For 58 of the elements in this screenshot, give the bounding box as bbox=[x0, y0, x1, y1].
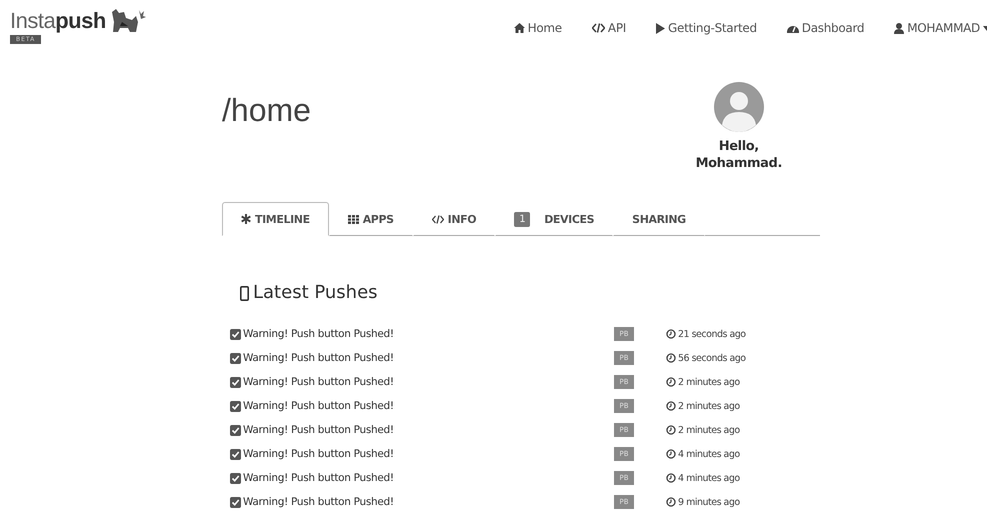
dashboard-icon bbox=[786, 23, 799, 33]
avatar bbox=[714, 82, 764, 132]
push-message: Warning! Push button Pushed! bbox=[243, 448, 394, 460]
code-icon bbox=[432, 214, 444, 224]
push-time: 2 minutes ago bbox=[678, 424, 740, 436]
checkbox-icon bbox=[230, 448, 241, 460]
checkbox-icon bbox=[230, 328, 241, 340]
push-message: Warning! Push button Pushed! bbox=[243, 496, 394, 508]
tab[interactable]: SHARING bbox=[613, 202, 705, 236]
nav-link[interactable]: API bbox=[592, 20, 626, 36]
clock-icon bbox=[666, 353, 676, 363]
checkbox-icon bbox=[230, 352, 241, 364]
asterisk-icon bbox=[241, 214, 251, 224]
checkbox-icon bbox=[230, 400, 241, 412]
push-time: 4 minutes ago bbox=[678, 448, 740, 460]
push-time: 56 seconds ago bbox=[678, 352, 746, 364]
home-icon bbox=[514, 23, 525, 33]
push-message: Warning! Push button Pushed! bbox=[243, 328, 394, 340]
nav-link[interactable]: MOHAMMAD bbox=[894, 20, 987, 36]
clock-icon bbox=[666, 377, 676, 387]
tab[interactable]: INFO bbox=[412, 202, 496, 236]
checkbox-icon bbox=[230, 376, 241, 388]
push-message: Warning! Push button Pushed! bbox=[243, 424, 394, 436]
nav-link[interactable]: Dashboard bbox=[786, 20, 864, 36]
count-badge: 1 bbox=[514, 212, 530, 226]
clock-icon bbox=[666, 425, 676, 435]
nav-link[interactable]: Home bbox=[514, 20, 562, 36]
push-time: 21 seconds ago bbox=[678, 328, 746, 340]
push-time: 9 minutes ago bbox=[678, 496, 740, 508]
push-message: Warning! Push button Pushed! bbox=[243, 472, 394, 484]
clock-icon bbox=[666, 449, 676, 459]
phone-icon bbox=[240, 286, 249, 300]
clock-icon bbox=[666, 401, 676, 411]
clock-icon bbox=[666, 473, 676, 483]
nav-link[interactable]: Getting-Started bbox=[656, 20, 757, 36]
push-time: 2 minutes ago bbox=[678, 376, 740, 388]
brand-logo-text[interactable]: Instapush bbox=[10, 8, 106, 34]
checkbox-icon bbox=[230, 496, 241, 508]
checkbox-icon bbox=[230, 472, 241, 484]
greeting-text: Hello, Mohammad. bbox=[696, 138, 782, 172]
tab[interactable]: TIMELINE bbox=[222, 202, 329, 236]
tab[interactable]: 1 DEVICES bbox=[495, 202, 614, 236]
code-icon bbox=[592, 23, 605, 33]
user-icon bbox=[894, 22, 904, 34]
grid-icon bbox=[348, 214, 359, 224]
tab[interactable]: APPS bbox=[328, 202, 413, 236]
mascot-icon bbox=[110, 8, 146, 34]
push-message: Warning! Push button Pushed! bbox=[243, 352, 394, 364]
clock-icon bbox=[666, 497, 676, 507]
section-title: Latest Pushes bbox=[253, 282, 378, 304]
push-time: 4 minutes ago bbox=[678, 472, 740, 484]
page-title: /home bbox=[222, 92, 311, 128]
push-message: Warning! Push button Pushed! bbox=[243, 400, 394, 412]
checkbox-icon bbox=[230, 424, 241, 436]
play-icon bbox=[656, 22, 665, 34]
push-time: 2 minutes ago bbox=[678, 400, 740, 412]
push-message: Warning! Push button Pushed! bbox=[243, 376, 394, 388]
clock-icon bbox=[666, 329, 676, 339]
